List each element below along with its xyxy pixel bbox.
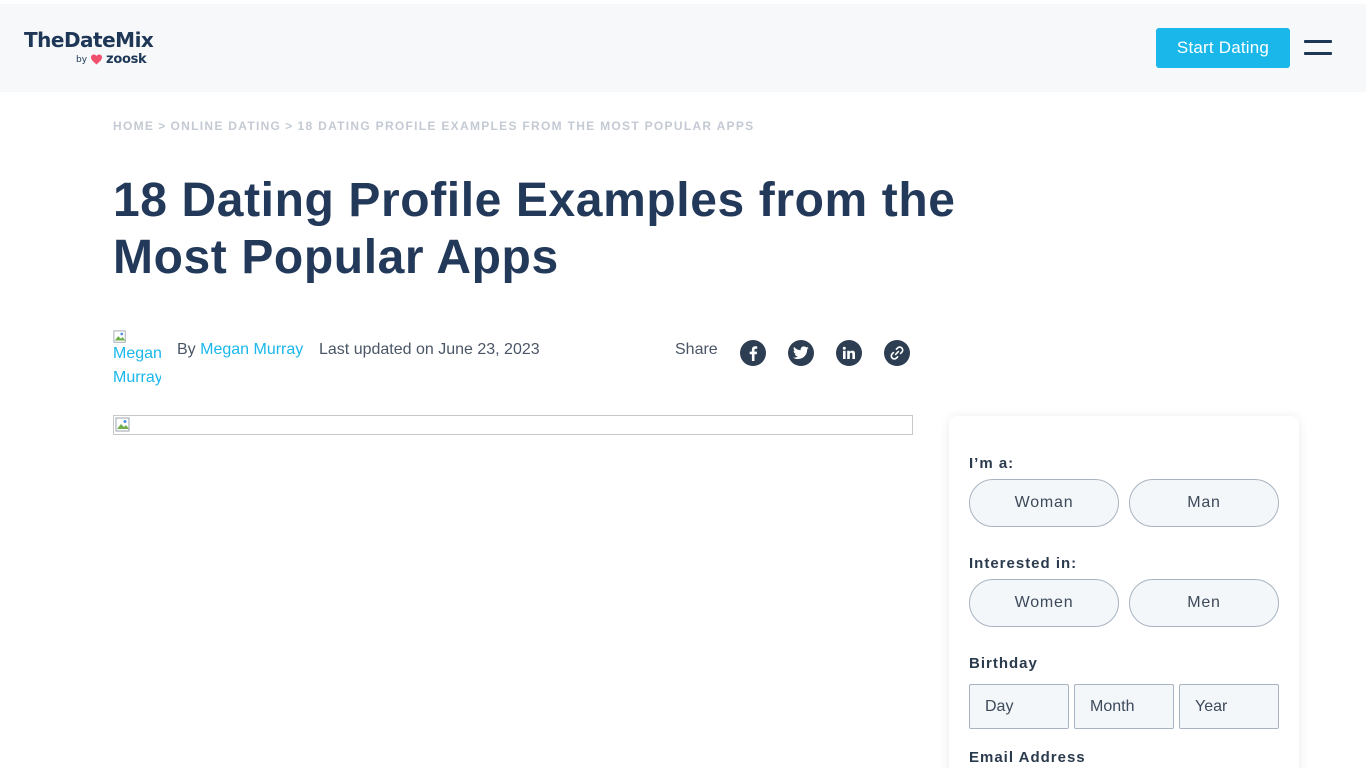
birthday-year-select[interactable]: Year bbox=[1179, 684, 1279, 729]
breadcrumb-separator: > bbox=[285, 119, 294, 133]
signup-card: I’m a: Woman Man Interested in: Women Me… bbox=[949, 416, 1299, 768]
hero-image bbox=[113, 415, 913, 435]
author-avatar-alt: Megan Murray bbox=[113, 345, 161, 386]
site-header: TheDateMix by zoosk Start Dating bbox=[0, 4, 1366, 92]
breadcrumb-current: 18 DATING PROFILE EXAMPLES FROM THE MOST… bbox=[297, 119, 755, 133]
man-option-button[interactable]: Man bbox=[1129, 479, 1279, 527]
logo-brand-text: zoosk bbox=[106, 52, 147, 67]
facebook-icon[interactable] bbox=[740, 340, 766, 366]
last-updated: Last updated on June 23, 2023 bbox=[319, 341, 540, 358]
logo-wordmark: TheDateMix bbox=[24, 28, 154, 52]
byline: By Megan Murray bbox=[177, 341, 303, 359]
author-avatar[interactable]: Megan Murray bbox=[113, 330, 161, 388]
breadcrumb-online-dating[interactable]: ONLINE DATING bbox=[171, 119, 282, 133]
linkedin-icon[interactable] bbox=[836, 340, 862, 366]
share-label: Share bbox=[675, 341, 718, 358]
heart-icon bbox=[91, 54, 103, 65]
start-dating-button[interactable]: Start Dating bbox=[1156, 28, 1290, 68]
email-label: Email Address bbox=[969, 749, 1086, 766]
men-option-button[interactable]: Men bbox=[1129, 579, 1279, 627]
birthday-month-select[interactable]: Month bbox=[1074, 684, 1174, 729]
link-icon[interactable] bbox=[884, 340, 910, 366]
site-logo[interactable]: TheDateMix by zoosk bbox=[24, 28, 154, 72]
byline-prefix: By bbox=[177, 341, 196, 358]
birthday-label: Birthday bbox=[969, 655, 1038, 672]
broken-image-icon bbox=[115, 417, 130, 432]
breadcrumb-home[interactable]: HOME bbox=[113, 119, 154, 133]
menu-icon[interactable] bbox=[1304, 40, 1332, 58]
woman-option-button[interactable]: Woman bbox=[969, 479, 1119, 527]
breadcrumb: HOME > ONLINE DATING >18 DATING PROFILE EXA… bbox=[113, 119, 754, 133]
logo-by-text: by bbox=[76, 54, 88, 65]
link-glyph bbox=[890, 346, 904, 360]
gender-label: I’m a: bbox=[969, 455, 1015, 472]
page-title: 18 Dating Profile Examples from the Most… bbox=[113, 174, 956, 284]
twitter-icon[interactable] bbox=[788, 340, 814, 366]
breadcrumb-separator: > bbox=[158, 119, 167, 133]
twitter-glyph bbox=[793, 346, 809, 359]
menu-icon-bar bbox=[1304, 52, 1332, 55]
menu-icon-bar bbox=[1304, 40, 1332, 43]
women-option-button[interactable]: Women bbox=[969, 579, 1119, 627]
facebook-glyph bbox=[749, 346, 758, 361]
linkedin-glyph bbox=[842, 346, 855, 359]
interest-label: Interested in: bbox=[969, 555, 1078, 572]
author-link[interactable]: Megan Murray bbox=[200, 341, 303, 358]
logo-byline: by zoosk bbox=[76, 52, 147, 67]
birthday-day-select[interactable]: Day bbox=[969, 684, 1069, 729]
